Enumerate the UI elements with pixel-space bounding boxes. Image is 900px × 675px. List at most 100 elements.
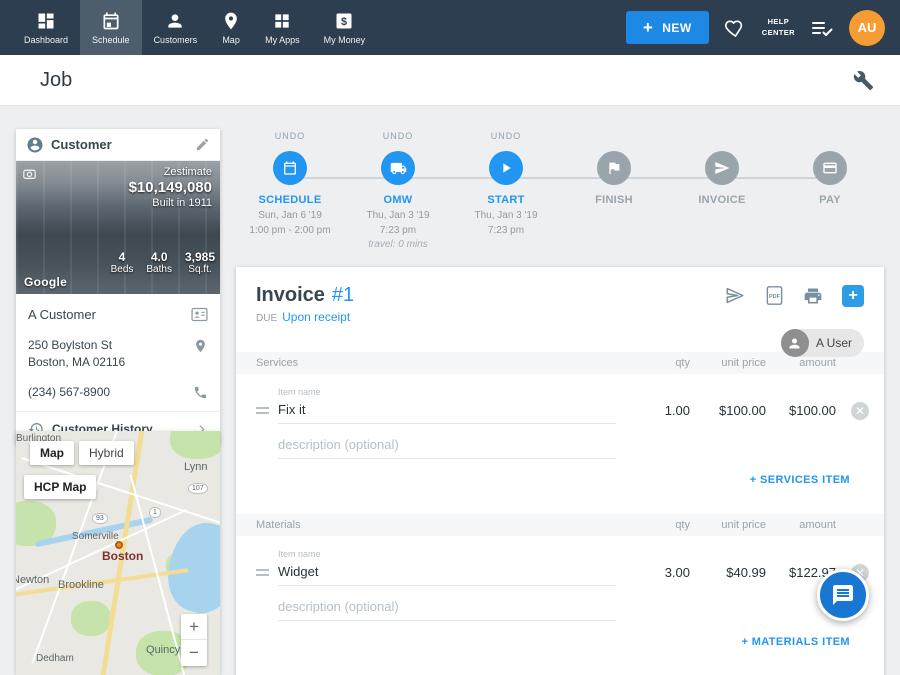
svg-text:$: $ (341, 16, 347, 28)
built-year: Built in 1911 (129, 197, 212, 209)
map-water (160, 516, 220, 621)
undo-omw-link[interactable]: UNDO (383, 131, 414, 144)
undo-start-link[interactable]: UNDO (491, 131, 522, 144)
help-center-link[interactable]: HELP CENTER (762, 17, 795, 38)
map-type-map-button[interactable]: Map (30, 441, 74, 465)
baths-value: 4.0 (146, 250, 172, 264)
drag-handle[interactable] (256, 569, 269, 576)
step-date-line: Thu, Jan 3 '19 (366, 209, 429, 224)
service-qty[interactable]: 1.00 (616, 403, 690, 418)
job-progress-stepper: UNDO SCHEDULE Sun, Jan 6 '19 1:00 pm - 2… (236, 131, 884, 261)
service-unit-price[interactable]: $100.00 (690, 403, 766, 418)
checklist-icon[interactable] (810, 18, 834, 38)
map-widget[interactable]: Burlington Lynn Somerville Boston Newton… (16, 431, 220, 675)
hcp-map-button[interactable]: HCP Map (24, 475, 96, 499)
customer-card-title: Customer (51, 137, 112, 152)
nav-item-map[interactable]: Map (209, 0, 253, 55)
omw-step-button[interactable] (381, 151, 415, 185)
remove-service-item-button[interactable]: ✕ (851, 402, 869, 420)
location-pin-icon[interactable] (193, 338, 208, 354)
user-avatar[interactable]: AU (849, 10, 885, 46)
map-zoom-control: + − (181, 614, 207, 666)
assignee-name: A User (816, 336, 852, 350)
start-step-button[interactable] (489, 151, 523, 185)
travel-time: travel: 0 mins (366, 238, 429, 253)
step-dates: Thu, Jan 3 '19 7:23 pm (474, 209, 537, 238)
service-item-name-input[interactable] (278, 397, 616, 424)
material-description-row (236, 594, 884, 621)
nav-item-dashboard[interactable]: Dashboard (12, 0, 80, 55)
qty-column-header: qty (616, 357, 690, 369)
heart-icon[interactable] (724, 17, 747, 38)
print-icon[interactable] (803, 286, 823, 306)
map-marker[interactable] (115, 541, 123, 549)
step-label: FINISH (595, 194, 633, 206)
send-icon[interactable] (724, 286, 746, 305)
chat-fab-button[interactable] (817, 569, 869, 621)
zoom-out-button[interactable]: − (181, 640, 207, 666)
item-name-label: Item name (278, 387, 616, 397)
stat-beds: 4 Beds (111, 250, 134, 275)
property-photo[interactable]: Zestimate $10,149,080 Built in 1911 4 Be… (16, 161, 220, 294)
step-label: START (487, 194, 524, 206)
assignee-avatar (781, 329, 809, 357)
drag-handle[interactable] (256, 407, 269, 414)
schedule-icon (101, 11, 121, 31)
nav-item-customers[interactable]: Customers (142, 0, 210, 55)
invoice-actions: PDF + (724, 285, 864, 307)
step-date-line: Sun, Jan 6 '19 (249, 209, 330, 224)
service-item-label-row: Item name (236, 387, 884, 397)
undo-schedule-link[interactable]: UNDO (275, 131, 306, 144)
step-date-line: 7:23 pm (366, 224, 429, 239)
zestimate-label: Zestimate (129, 166, 212, 178)
finish-step-button[interactable] (597, 151, 631, 185)
step-date-line: 1:00 pm - 2:00 pm (249, 224, 330, 239)
zoom-in-button[interactable]: + (181, 614, 207, 640)
invoice-number-link[interactable]: #1 (332, 284, 354, 307)
due-terms-link[interactable]: Upon receipt (282, 310, 350, 324)
unit-price-column-header: unit price (690, 357, 766, 369)
nav-label: Dashboard (24, 35, 68, 45)
material-unit-price[interactable]: $40.99 (690, 565, 766, 580)
property-stats: 4 Beds 4.0 Baths 3,985 Sq.ft. (111, 250, 215, 275)
nav-label: My Money (324, 35, 366, 45)
customers-icon (165, 11, 185, 31)
schedule-step-button[interactable] (273, 151, 307, 185)
invoice-step-button[interactable] (705, 151, 739, 185)
add-service-item-link[interactable]: + SERVICES ITEM (236, 459, 884, 488)
map-type-hybrid-button[interactable]: Hybrid (79, 441, 134, 465)
pay-step-button[interactable] (813, 151, 847, 185)
phone-icon[interactable] (193, 385, 208, 400)
service-description-row (236, 432, 884, 459)
avatar-initials: AU (858, 20, 877, 35)
add-material-item-link[interactable]: + MATERIALS ITEM (236, 621, 884, 650)
nav-label: Customers (154, 35, 198, 45)
nav-item-schedule[interactable]: Schedule (80, 0, 142, 55)
add-invoice-button[interactable]: + (842, 285, 864, 307)
material-description-input[interactable] (278, 594, 616, 621)
new-button[interactable]: + NEW (626, 11, 709, 44)
service-item-row: 1.00 $100.00 $100.00 ✕ (236, 397, 884, 424)
material-item-label-row: Item name (236, 549, 884, 559)
street-view-icon (22, 167, 37, 180)
pdf-icon[interactable]: PDF (765, 285, 784, 306)
money-icon: $ (334, 11, 354, 31)
nav-item-my-apps[interactable]: My Apps (253, 0, 312, 55)
material-item-name-input[interactable] (278, 559, 616, 586)
step-date-line: Thu, Jan 3 '19 (474, 209, 537, 224)
map-label-dedham: Dedham (36, 653, 74, 664)
qty-column-header: qty (616, 519, 690, 531)
service-description-input[interactable] (278, 432, 616, 459)
nav-label: Map (222, 35, 240, 45)
customer-icon (26, 136, 44, 154)
edit-pencil-icon[interactable] (195, 137, 210, 152)
nav-item-my-money[interactable]: $ My Money (312, 0, 378, 55)
assignee-chip[interactable]: A User (781, 329, 864, 357)
contact-card-icon[interactable] (191, 307, 208, 322)
material-qty[interactable]: 3.00 (616, 565, 690, 580)
job-tools-icon[interactable] (853, 70, 874, 91)
service-amount: $100.00 (766, 403, 836, 418)
beds-value: 4 (111, 250, 134, 264)
beds-label: Beds (111, 264, 134, 275)
map-label-boston: Boston (102, 549, 143, 563)
